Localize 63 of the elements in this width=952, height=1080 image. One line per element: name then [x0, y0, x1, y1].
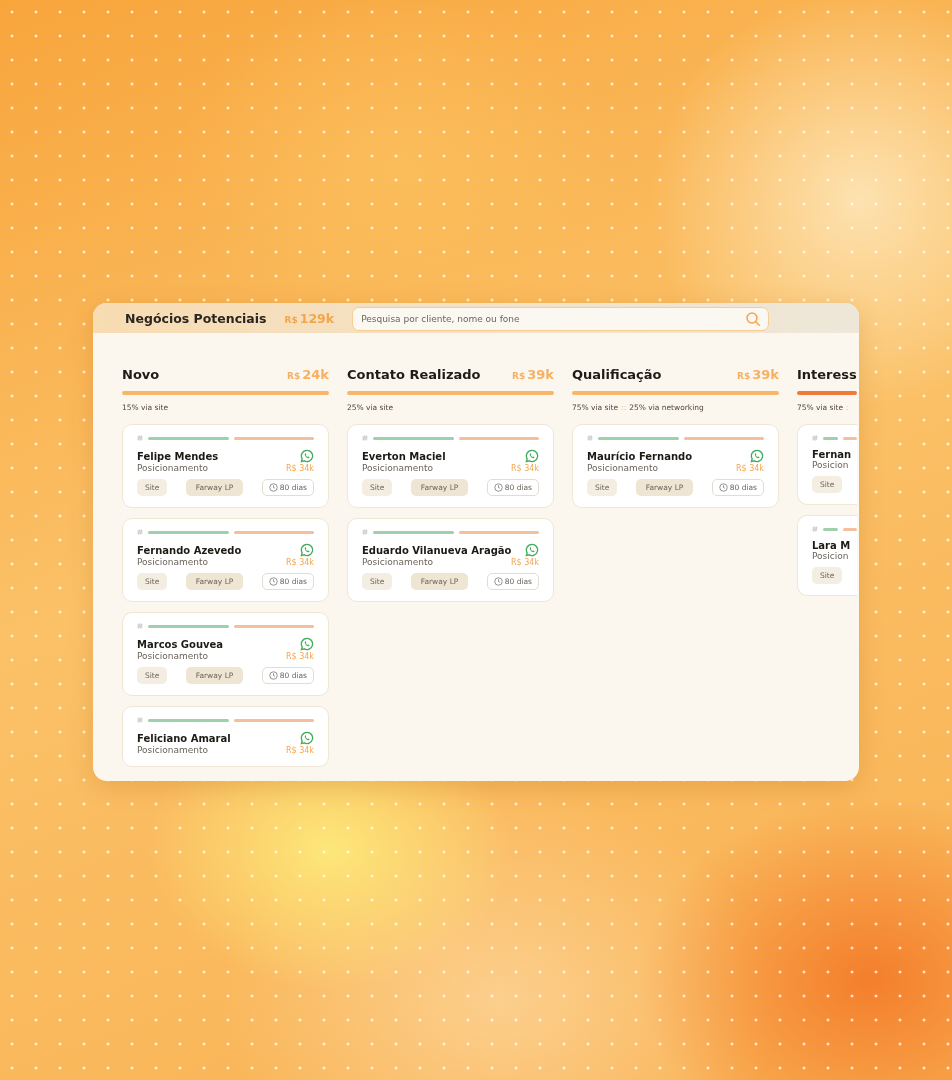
whatsapp-icon[interactable] [300, 543, 314, 557]
hash-icon [362, 529, 368, 535]
lead-value: R$ 34k [286, 463, 314, 473]
whatsapp-icon[interactable] [300, 637, 314, 651]
clock-icon [718, 483, 728, 492]
clock-icon [268, 577, 278, 586]
progress-line [842, 527, 857, 531]
hash-icon [812, 526, 818, 532]
search-icon[interactable] [745, 311, 761, 327]
progress-line [823, 436, 838, 440]
lead-card[interactable]: Feliciano Amaral Posicionamento R$ 34k [122, 706, 329, 767]
lead-value: R$ 34k [736, 463, 764, 473]
whatsapp-icon[interactable] [750, 449, 764, 463]
lead-stage: Posicionamento [362, 463, 434, 473]
hash-icon [587, 435, 593, 441]
lead-stage: Posicionamento [137, 463, 209, 473]
clock-icon [493, 483, 503, 492]
progress-line [842, 436, 857, 440]
column-title: Interess [797, 367, 857, 382]
whatsapp-icon[interactable] [300, 449, 314, 463]
lead-value: R$ 34k [511, 463, 539, 473]
hash-icon [362, 435, 368, 441]
lead-value: R$ 34k [286, 651, 314, 661]
lead-name: Lara M [812, 540, 851, 551]
lead-value: R$ 34k [286, 745, 314, 755]
clock-icon [268, 483, 278, 492]
lead-name: Marcos Gouvea [137, 638, 224, 650]
lead-name: Fernando Azevedo [137, 544, 242, 556]
lead-name: Everton Maciel [362, 450, 446, 462]
lead-stage: Posicion [812, 460, 849, 470]
lead-stage: Posicionamento [137, 557, 209, 567]
column-value: R$39k [512, 367, 554, 382]
lead-value: R$ 34k [511, 557, 539, 567]
hash-icon [137, 529, 143, 535]
lead-value: R$ 34k [286, 557, 314, 567]
hash-icon [812, 435, 818, 441]
column-title: Contato Realizado [347, 367, 481, 382]
clock-icon [493, 577, 503, 586]
lead-stage: Posicionamento [137, 651, 209, 661]
lead-name: Fernan [812, 449, 852, 460]
whatsapp-icon[interactable] [300, 731, 314, 745]
lead-name: Felipe Mendes [137, 450, 219, 462]
whatsapp-icon[interactable] [525, 449, 539, 463]
hash-icon [137, 623, 143, 629]
whatsapp-icon[interactable] [525, 543, 539, 557]
column-title: Novo [122, 367, 160, 382]
page-title: Negócios Potenciais [125, 310, 267, 326]
lead-name: Maurício Fernando [587, 450, 693, 462]
search-field[interactable]: Pesquisa por cliente, nome ou fone [352, 307, 769, 331]
hash-icon [137, 435, 143, 441]
lead-name: Feliciano Amaral [137, 732, 231, 744]
column-value: R$24k [287, 367, 329, 382]
lead-stage: Posicionamento [362, 557, 434, 567]
lead-stage: Posicionamento [587, 463, 659, 473]
progress-line [823, 527, 838, 531]
total-value: R$ 129k [284, 310, 335, 326]
column-title: Qualificação [572, 367, 662, 382]
hash-icon [137, 717, 143, 723]
clock-icon [268, 671, 278, 680]
lead-name: Eduardo Vilanueva Aragão [362, 544, 512, 556]
lead-stage: Posicion [812, 551, 849, 561]
lead-stage: Posicionamento [137, 745, 209, 755]
column-value: R$39k [737, 367, 779, 382]
